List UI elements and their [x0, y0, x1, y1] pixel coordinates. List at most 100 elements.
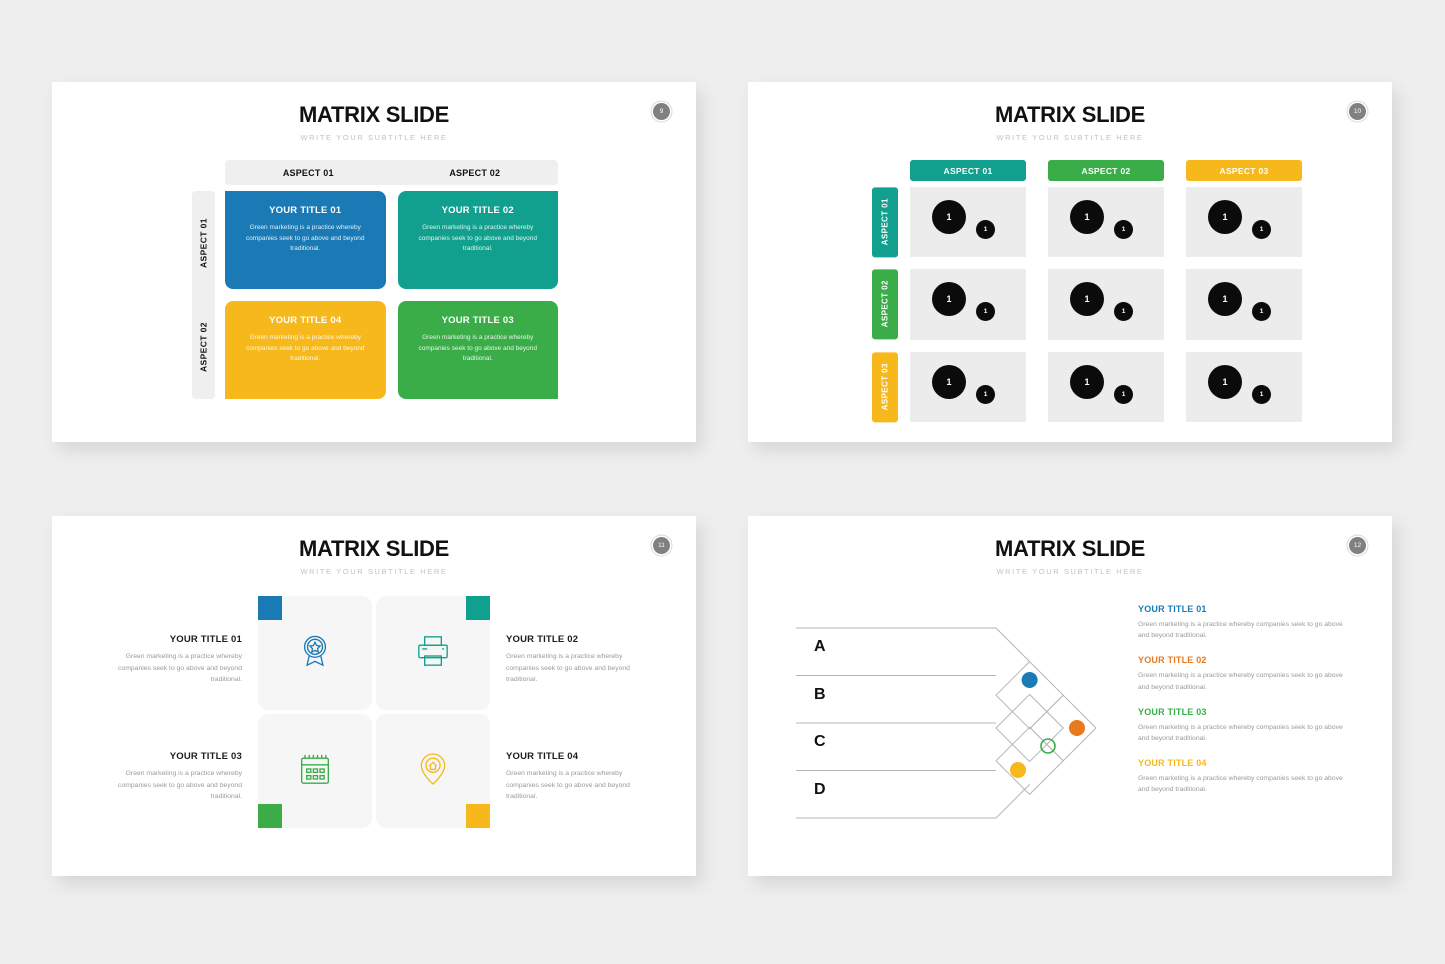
bubble-large: 1	[1070, 282, 1104, 317]
quadrant-cell[interactable]: YOUR TITLE 04 Green marketing is a pract…	[225, 301, 386, 399]
bubble-small: 1	[1252, 384, 1271, 404]
diamond-cell	[995, 660, 1064, 730]
legend-body: Green marketing is a practice whereby co…	[1138, 672, 1343, 691]
legend-item[interactable]: YOUR TITLE 01 Green marketing is a pract…	[1138, 604, 1348, 641]
diamond-lattice-diagram: A B C D	[796, 618, 1097, 833]
bubble-cell[interactable]: 1 1	[910, 269, 1026, 340]
legend-body: Green marketing is a practice whereby co…	[1138, 723, 1343, 743]
bubble-small: 1	[976, 384, 995, 404]
bubble-large: 1	[932, 200, 966, 234]
quadrant-cell[interactable]: YOUR TITLE 02 Green marketing is a pract…	[397, 191, 558, 289]
bubble-large: 1	[1208, 364, 1242, 399]
quadrant-title: YOUR TITLE 02	[441, 205, 514, 216]
row-header-aspect-03: ASPECT 03	[872, 351, 898, 422]
dot-yellow	[1010, 762, 1026, 778]
icon-card-text: YOUR TITLE 02 Green marketing is a pract…	[506, 634, 656, 686]
diamond-cell	[995, 726, 1064, 796]
bubble-cell[interactable]: 1 1	[910, 187, 1026, 258]
row-header-rail: ASPECT 01 ASPECT 02 ASPECT 03	[872, 187, 898, 422]
bubble-cell[interactable]: 1 1	[1186, 269, 1302, 340]
column-header-aspect-02: ASPECT 02	[1048, 160, 1164, 181]
legend-item[interactable]: YOUR TITLE 03 Green marketing is a pract…	[1138, 707, 1348, 744]
icon-card[interactable]	[258, 714, 372, 828]
icon-card-body: Green marketing is a practice whereby co…	[506, 770, 630, 801]
page-title: MATRIX SLIDE	[995, 102, 1145, 127]
page-title: MATRIX SLIDE	[995, 536, 1145, 561]
icon-card-body: Green marketing is a practice whereby co…	[118, 653, 242, 684]
icon-card-text: YOUR TITLE 04 Green marketing is a pract…	[506, 751, 656, 803]
bubble-large: 1	[932, 364, 966, 399]
legend-item[interactable]: YOUR TITLE 04 Green marketing is a pract…	[1138, 758, 1348, 795]
legend-body: Green marketing is a practice whereby co…	[1138, 775, 1343, 794]
legend-title: YOUR TITLE 01	[1138, 604, 1207, 614]
bubble-small: 1	[1252, 302, 1271, 322]
bubble-large: 1	[1208, 282, 1242, 317]
corner-accent	[258, 804, 282, 828]
printer-icon	[413, 631, 453, 676]
legend-item[interactable]: YOUR TITLE 02 Green marketing is a pract…	[1138, 655, 1348, 692]
dot-orange	[1069, 720, 1085, 736]
bubble-large: 1	[1208, 200, 1242, 234]
page-title: MATRIX SLIDE	[299, 536, 449, 561]
page-subtitle: WRITE YOUR SUBTITLE HERE	[996, 133, 1144, 142]
row-header-aspect-01: ASPECT 01	[872, 187, 898, 258]
bubble-large: 1	[1070, 200, 1104, 234]
page-number-badge: 10	[1349, 103, 1366, 120]
icon-card-text: YOUR TITLE 03 Green marketing is a pract…	[92, 751, 242, 803]
bubble-cell[interactable]: 1 1	[910, 351, 1026, 422]
quadrant-body: Green marketing is a practice whereby co…	[245, 334, 365, 363]
bubble-small: 1	[1114, 220, 1133, 239]
page-subtitle: WRITE YOUR SUBTITLE HERE	[300, 567, 448, 576]
bubble-cell[interactable]: 1 1	[1048, 269, 1164, 340]
icon-card[interactable]	[376, 596, 490, 710]
quadrant-title: YOUR TITLE 04	[269, 315, 342, 326]
page-number-badge: 11	[653, 537, 670, 554]
legend-title: YOUR TITLE 03	[1138, 706, 1207, 717]
slide-matrix-quadrant[interactable]: MATRIX SLIDE WRITE YOUR SUBTITLE HERE 9 …	[52, 82, 696, 442]
page-subtitle: WRITE YOUR SUBTITLE HERE	[300, 133, 448, 142]
quadrant-cell[interactable]: YOUR TITLE 01 Green marketing is a pract…	[225, 191, 386, 289]
diamond-legend-list: YOUR TITLE 01 Green marketing is a pract…	[1138, 604, 1348, 810]
bubble-cell[interactable]: 1 1	[1186, 187, 1302, 258]
slide-matrix-icons[interactable]: MATRIX SLIDE WRITE YOUR SUBTITLE HERE 11	[52, 516, 696, 876]
quadrant-body: Green marketing is a practice whereby co…	[418, 334, 538, 363]
column-header-row: ASPECT 01 ASPECT 02 ASPECT 03	[910, 160, 1302, 181]
column-header-aspect-03: ASPECT 03	[1186, 160, 1302, 181]
location-pin-home-icon	[413, 749, 453, 794]
award-badge-icon	[295, 631, 335, 676]
row-header-aspect-01: ASPECT 01	[198, 218, 209, 268]
icon-card-body: Green marketing is a practice whereby co…	[506, 653, 630, 684]
slide-deck: MATRIX SLIDE WRITE YOUR SUBTITLE HERE 9 …	[0, 0, 1445, 964]
slide-matrix-diamond[interactable]: MATRIX SLIDE WRITE YOUR SUBTITLE HERE 12	[748, 516, 1392, 876]
legend-title: YOUR TITLE 04	[1138, 758, 1207, 769]
icon-card-text: YOUR TITLE 01 Green marketing is a pract…	[92, 634, 242, 686]
bubble-cell[interactable]: 1 1	[1186, 351, 1302, 422]
bubble-cell[interactable]: 1 1	[1048, 187, 1164, 258]
icon-card-title: YOUR TITLE 04	[506, 751, 579, 762]
slide-matrix-bubbles[interactable]: MATRIX SLIDE WRITE YOUR SUBTITLE HERE 10…	[748, 82, 1392, 442]
bubble-large: 1	[1070, 364, 1104, 399]
icon-card[interactable]	[376, 714, 490, 828]
dot-blue	[1021, 672, 1038, 688]
row-label-d: D	[814, 781, 826, 798]
row-header-aspect-02: ASPECT 02	[198, 322, 209, 372]
quadrant-body: Green marketing is a practice whereby co…	[418, 224, 538, 253]
quadrant-title: YOUR TITLE 03	[441, 315, 514, 326]
bubble-grid: 1 1 1 1 1 1 1 1 1 1 1 1 1 1 1 1 1 1	[910, 187, 1302, 422]
quadrant-grid: YOUR TITLE 01 Green marketing is a pract…	[225, 191, 558, 399]
bubble-cell[interactable]: 1 1	[1048, 351, 1164, 422]
row-label-a: A	[814, 638, 826, 655]
bubble-small: 1	[976, 302, 995, 322]
icon-card-title: YOUR TITLE 01	[169, 634, 242, 645]
row-header-aspect-02: ASPECT 02	[872, 269, 898, 340]
column-header-aspect-01: ASPECT 01	[910, 160, 1026, 181]
bubble-small: 1	[1114, 384, 1133, 404]
icon-card[interactable]	[258, 596, 372, 710]
row-label-c: C	[814, 733, 826, 750]
icon-card-title: YOUR TITLE 02	[506, 634, 579, 645]
quadrant-body: Green marketing is a practice whereby co…	[245, 224, 365, 253]
bubble-small: 1	[1252, 220, 1271, 239]
corner-accent	[466, 804, 490, 828]
column-header-aspect-01: ASPECT 01	[282, 167, 334, 178]
quadrant-cell[interactable]: YOUR TITLE 03 Green marketing is a pract…	[397, 301, 558, 399]
